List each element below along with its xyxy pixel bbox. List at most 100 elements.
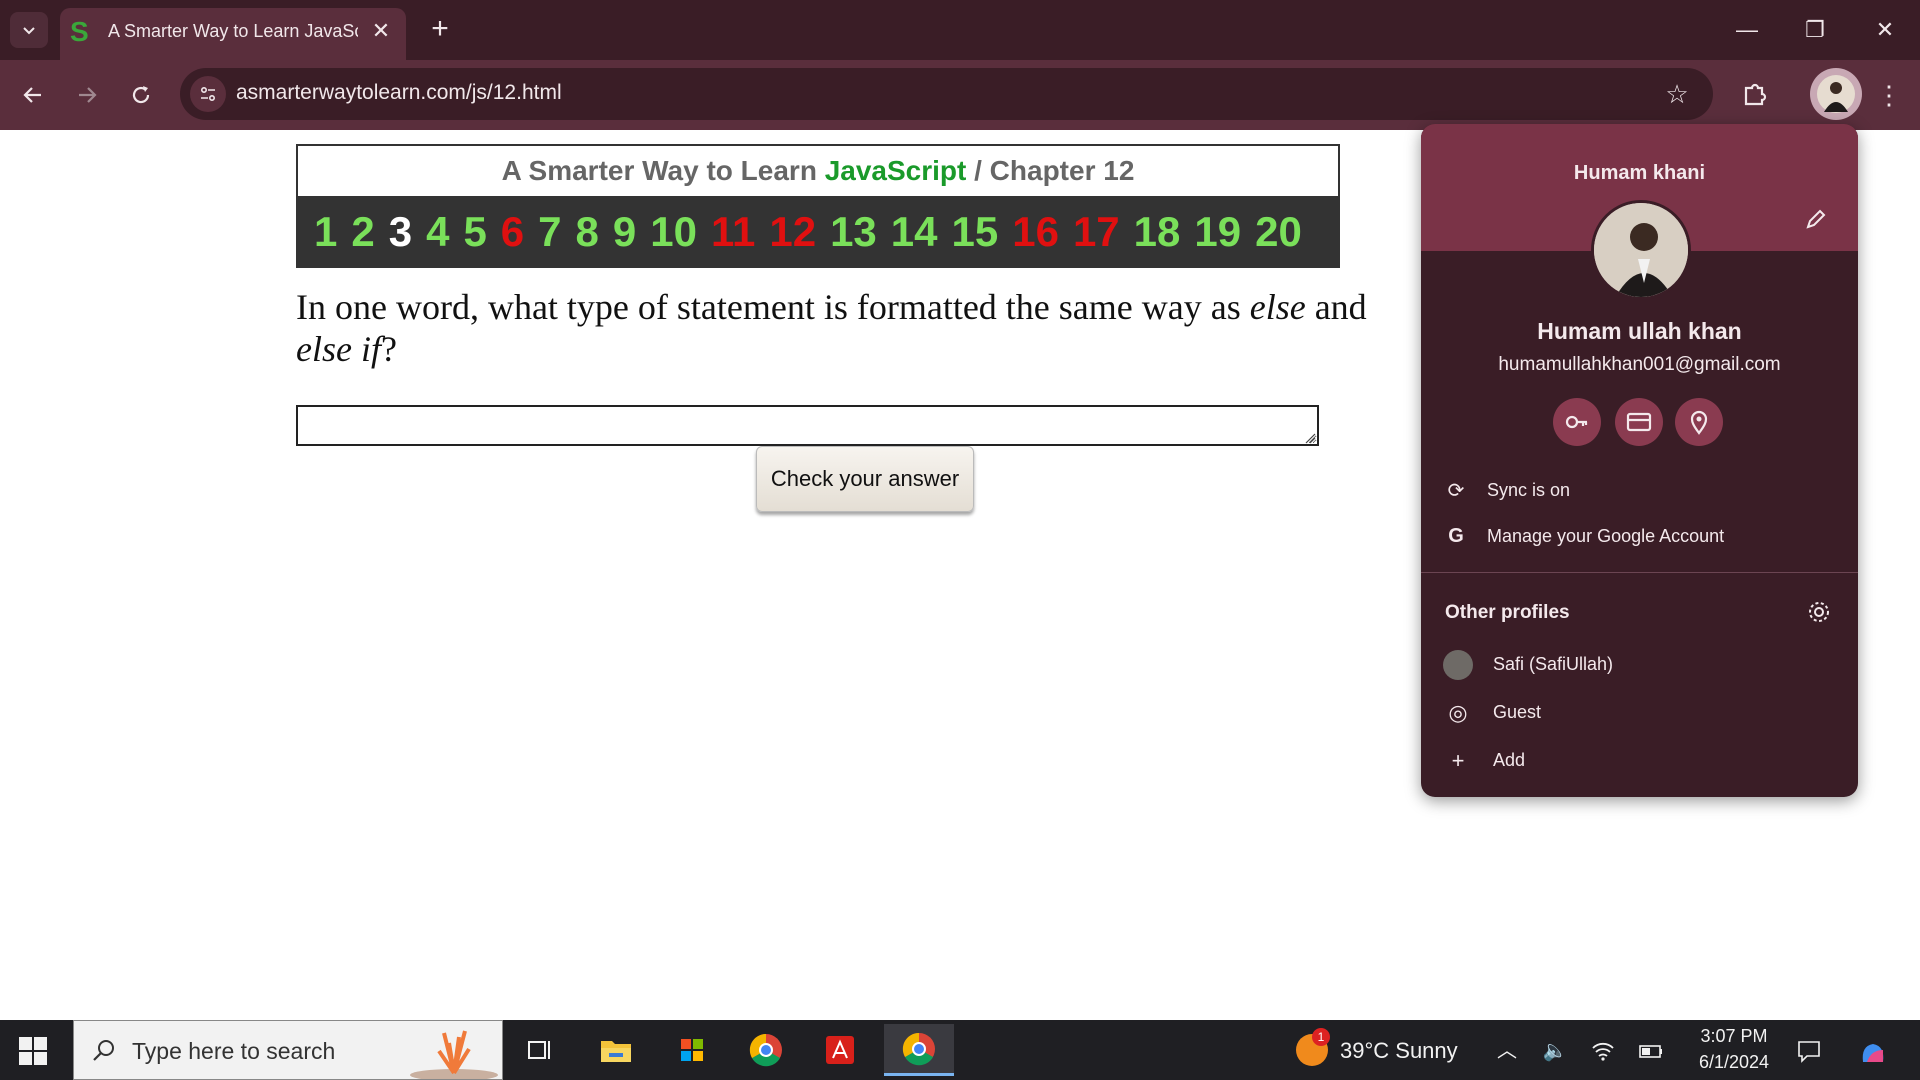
chapter-link-12[interactable]: 12 [769,196,816,268]
divider [1421,572,1858,573]
clock-time[interactable]: 3:07 PM [1684,1026,1784,1047]
chapter-link-3[interactable]: 3 [389,196,412,268]
taskbar-search[interactable]: Type here to search [73,1020,503,1080]
chapter-header: A Smarter Way to Learn JavaScript / Chap… [296,144,1340,198]
acrobat-button[interactable] [818,1028,862,1072]
folder-icon [601,1041,631,1062]
task-view-button[interactable] [518,1028,562,1072]
active-tab[interactable]: S A Smarter Way to Learn JavaScr ✕ [60,8,406,60]
clock-date[interactable]: 6/1/2024 [1684,1052,1784,1073]
copilot-logo-icon [1862,1044,1884,1062]
chapter-link-10[interactable]: 10 [650,196,697,268]
chapter-link-18[interactable]: 18 [1134,196,1181,268]
addresses-button[interactable] [1675,398,1723,446]
other-profiles-heading: Other profiles [1445,602,1570,623]
chapter-link-2[interactable]: 2 [351,196,374,268]
chapter-link-14[interactable]: 14 [891,196,938,268]
chapter-nav: 1 2 3 4 5 6 7 8 9 10 11 12 13 14 15 16 17 18 19 20 [296,196,1340,268]
resize-grip-icon[interactable] [1304,432,1316,444]
answer-input[interactable] [296,405,1319,446]
chrome-profile-button[interactable] [884,1024,954,1076]
chapter-link-5[interactable]: 5 [463,196,486,268]
avatar [1591,200,1691,300]
question-part: In one word, what type of statement is f… [296,287,1250,327]
battery-icon[interactable] [1638,1038,1664,1064]
chevron-up-icon[interactable]: ︿ [1494,1038,1520,1064]
chapter-link-11[interactable]: 11 [711,196,755,268]
avatar [1817,75,1855,113]
chapter-link-6[interactable]: 6 [501,196,524,268]
back-button[interactable] [14,76,52,114]
tune-icon [200,86,216,102]
question-part: ? [380,329,397,369]
reload-button[interactable] [122,76,160,114]
new-tab-button[interactable]: + [422,12,458,48]
puzzle-icon [1744,83,1767,106]
speaker-icon[interactable]: 🔈 [1542,1038,1568,1064]
chevron-down-icon [23,27,35,35]
manage-account-label: Manage your Google Account [1487,525,1725,546]
question-emphasis: else if [296,329,381,369]
url-text[interactable]: asmarterwaytolearn.com/js/12.html [236,81,562,105]
payment-methods-button[interactable] [1615,398,1663,446]
profile-avatar-button[interactable] [1810,68,1862,120]
restore-button[interactable]: ❐ [1790,10,1840,50]
chrome-button[interactable] [744,1028,788,1072]
notifications-icon[interactable] [1796,1038,1822,1064]
chapter-link-17[interactable]: 17 [1073,196,1120,268]
message-icon [1798,1041,1820,1063]
profile-email: humamullahkhan001@gmail.com [1498,354,1781,375]
arrow-right-icon [79,87,97,103]
bookmark-star-icon[interactable]: ☆ [1661,78,1693,110]
profile-name: Humam khani [1573,162,1706,184]
profile-label: Guest [1493,702,1542,722]
windows-start-icon[interactable] [16,1034,50,1068]
network-icon[interactable] [1590,1038,1616,1064]
tab-search-button[interactable] [10,12,48,48]
guest-icon: ◎ [1448,700,1468,725]
close-window-button[interactable]: ✕ [1860,10,1910,50]
profile-full-name: Humam ullah khan [1537,318,1742,344]
profile-popup: Humam khani Humam ullah khan humamullahk… [1421,124,1858,797]
chapter-link-16[interactable]: 16 [1012,196,1059,268]
chrome-icon [749,1033,782,1067]
chapter-link-4[interactable]: 4 [426,196,449,268]
pencil-icon[interactable] [1801,204,1831,234]
chapter-link-13[interactable]: 13 [830,196,877,268]
microsoft-store-button[interactable] [670,1028,714,1072]
chapter-link-7[interactable]: 7 [538,196,561,268]
manage-account-row[interactable]: G Manage your Google Account [1421,514,1858,558]
header-prefix: A Smarter Way to Learn [501,155,825,186]
minimize-button[interactable]: — [1722,10,1772,50]
tab-close-icon[interactable]: ✕ [366,16,396,46]
profile-label: Safi (SafiUllah) [1493,654,1614,674]
chrome-icon [902,1032,935,1065]
forward-button[interactable] [68,76,106,114]
chapter-link-20[interactable]: 20 [1255,196,1302,268]
address-bar[interactable]: asmarterwaytolearn.com/js/12.html ☆ [180,68,1713,120]
reload-icon [132,86,150,104]
weather-text[interactable]: 39°C Sunny [1340,1038,1458,1064]
extensions-button[interactable] [1736,76,1774,114]
google-g-icon: G [1448,524,1464,547]
sync-row[interactable]: ⟳ Sync is on [1421,468,1858,512]
profile-row-add[interactable]: + Add [1421,738,1858,782]
question-text: In one word, what type of statement is f… [296,286,1416,370]
arrow-left-icon [23,87,41,103]
chapter-link-15[interactable]: 15 [952,196,999,268]
chapter-link-9[interactable]: 9 [613,196,636,268]
passwords-button[interactable] [1553,398,1601,446]
sync-label: Sync is on [1487,479,1571,500]
search-placeholder: Type here to search [132,1038,336,1064]
profile-row-guest[interactable]: ◎ Guest [1421,690,1858,734]
gear-icon[interactable] [1805,598,1833,626]
chapter-link-1[interactable]: 1 [314,196,337,268]
site-info-button[interactable] [190,76,226,112]
check-answer-button[interactable]: Check your answer [756,446,974,512]
menu-button[interactable]: ⋮ [1870,76,1908,114]
profile-row-safi[interactable]: Safi (SafiUllah) [1421,642,1858,686]
chapter-link-19[interactable]: 19 [1194,196,1241,268]
copilot-icon[interactable] [1856,1038,1890,1064]
file-explorer-button[interactable] [594,1028,638,1072]
chapter-link-8[interactable]: 8 [576,196,599,268]
